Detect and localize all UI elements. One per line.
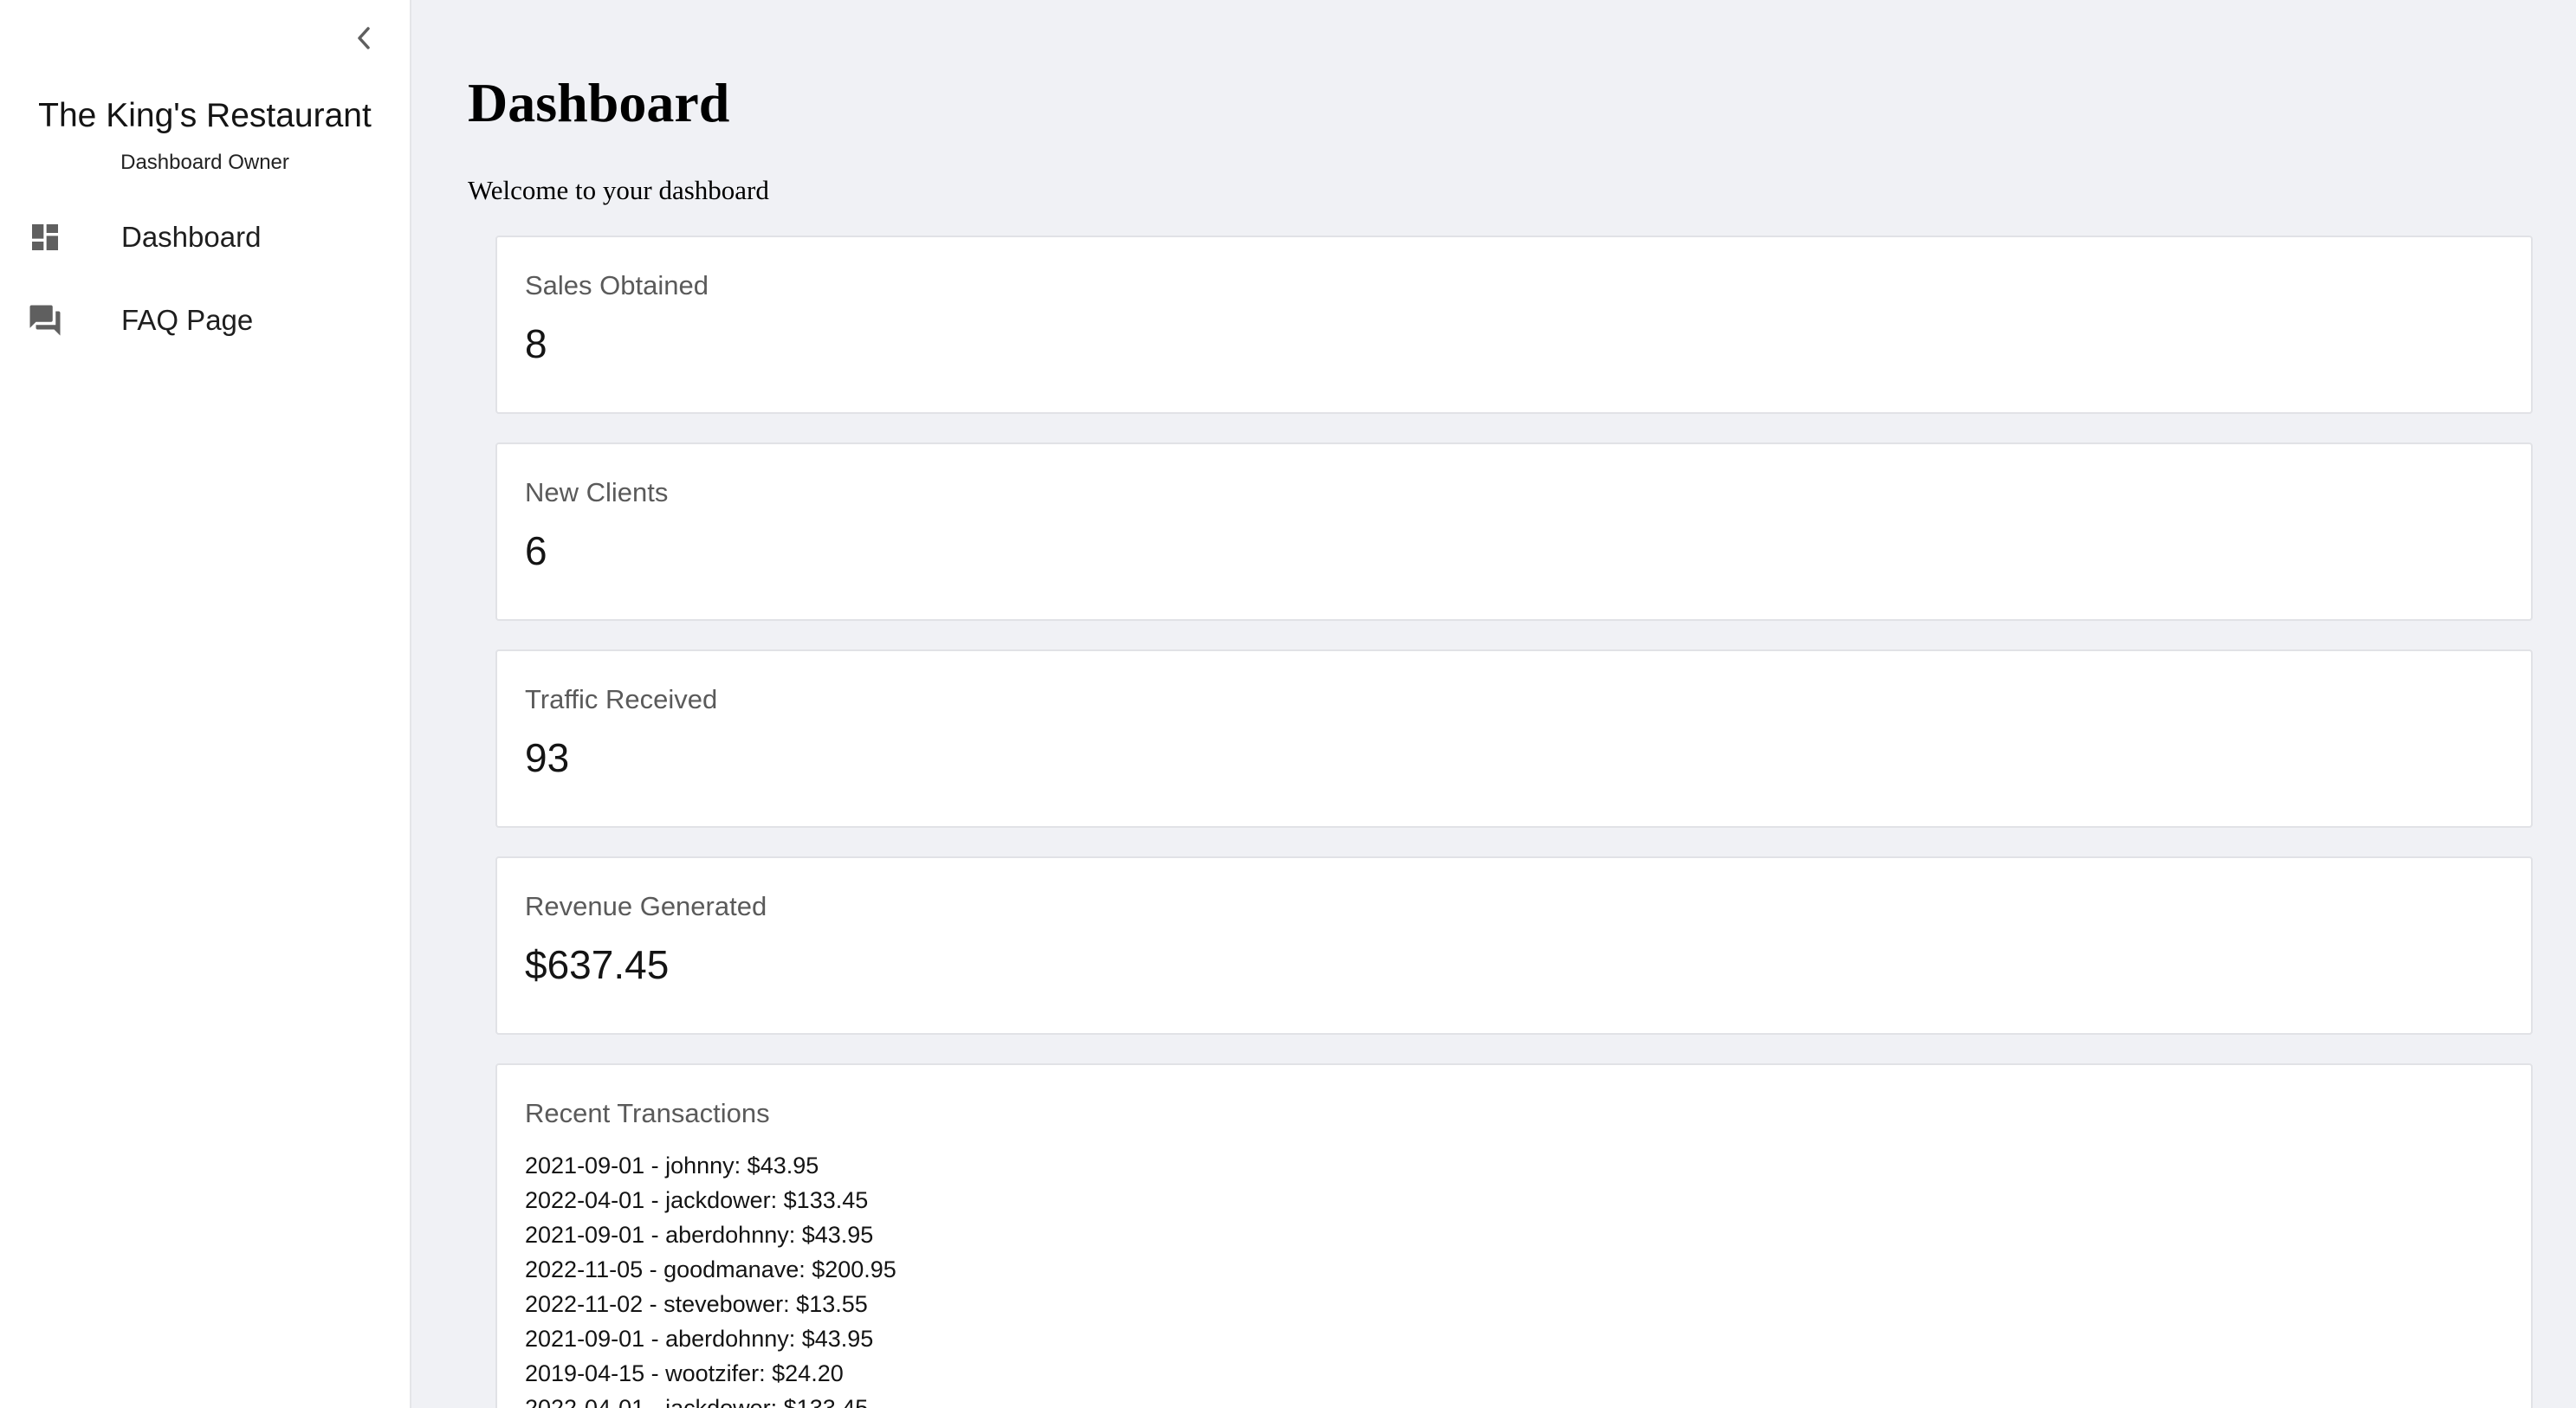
list-item: 2021-09-01 - aberdohnny: $43.95 (525, 1222, 874, 1248)
transactions-label: Recent Transactions (525, 1098, 770, 1128)
stat-value: 8 (525, 321, 547, 366)
sidebar-item-faq[interactable]: FAQ Page (0, 287, 410, 353)
stat-card-revenue: Revenue Generated $637.45 (495, 856, 2533, 1035)
sidebar: The King's Restaurant Dashboard Owner Da… (0, 0, 411, 1408)
sidebar-item-label: FAQ Page (121, 304, 254, 336)
list-item: 2019-04-15 - wootzifer: $24.20 (525, 1360, 844, 1386)
sidebar-item-dashboard[interactable]: Dashboard (0, 204, 410, 270)
sidebar-item-label: Dashboard (121, 221, 262, 253)
chevron-left-icon (358, 27, 370, 49)
stat-card-sales: Sales Obtained 8 (495, 236, 2533, 414)
stat-label: New Clients (525, 477, 669, 507)
stat-label: Revenue Generated (525, 891, 767, 921)
stat-card-traffic: Traffic Received 93 (495, 649, 2533, 828)
page-subtitle: Welcome to your dashboard (468, 175, 769, 205)
stat-label: Traffic Received (525, 684, 718, 714)
list-item: 2022-04-01 - jackdower: $133.45 (525, 1395, 869, 1408)
recent-transactions-card: Recent Transactions 2021-09-01 - johnny:… (495, 1063, 2533, 1408)
transactions-list: 2021-09-01 - johnny: $43.95 2022-04-01 -… (525, 1148, 896, 1408)
stat-value: $637.45 (525, 942, 670, 987)
brand-title: The King's Restaurant (38, 97, 372, 134)
main-content: Dashboard Welcome to your dashboard Sale… (413, 0, 2576, 1408)
dashboard-icon (26, 218, 64, 256)
stat-value: 6 (525, 528, 547, 573)
list-item: 2022-11-02 - stevebower: $13.55 (525, 1291, 868, 1317)
brand-subtitle: Dashboard Owner (120, 151, 289, 174)
forum-icon (26, 301, 64, 339)
stat-value: 93 (525, 735, 570, 780)
list-item: 2022-11-05 - goodmanave: $200.95 (525, 1256, 896, 1282)
page-title: Dashboard (468, 72, 730, 133)
collapse-sidebar-button[interactable] (345, 19, 383, 57)
list-item: 2021-09-01 - johnny: $43.95 (525, 1153, 819, 1179)
stat-label: Sales Obtained (525, 270, 709, 300)
list-item: 2022-04-01 - jackdower: $133.45 (525, 1187, 869, 1213)
stat-card-clients: New Clients 6 (495, 442, 2533, 621)
list-item: 2021-09-01 - aberdohnny: $43.95 (525, 1326, 874, 1352)
